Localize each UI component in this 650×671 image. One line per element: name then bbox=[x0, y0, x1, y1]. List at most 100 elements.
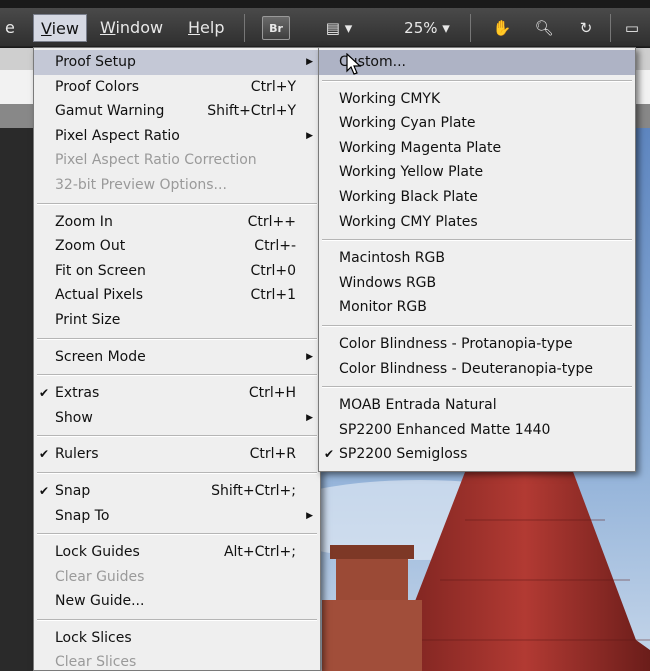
menu-item-custom[interactable]: Custom... bbox=[319, 50, 635, 75]
menu-separator bbox=[37, 618, 317, 621]
menu-item-label: 32-bit Preview Options... bbox=[55, 176, 227, 193]
menu-item-pixel-aspect-ratio[interactable]: Pixel Aspect Ratio ▶ bbox=[34, 124, 320, 149]
menu-item-shortcut: Ctrl++ bbox=[247, 213, 296, 230]
bridge-button[interactable]: Br bbox=[262, 16, 290, 40]
menu-item-windows-rgb[interactable]: Windows RGB bbox=[319, 271, 635, 296]
menu-item-lock-guides[interactable]: Lock Guides Alt+Ctrl+; bbox=[34, 540, 320, 565]
zoom-level-value: 25% bbox=[404, 19, 438, 37]
menu-item-screen-mode[interactable]: Screen Mode ▶ bbox=[34, 345, 320, 370]
menu-item-working-yellow-plate[interactable]: Working Yellow Plate bbox=[319, 160, 635, 185]
menu-item-working-cyan-plate[interactable]: Working Cyan Plate bbox=[319, 111, 635, 136]
menu-item-label: MOAB Entrada Natural bbox=[339, 397, 497, 414]
menu-item-label: Lock Slices bbox=[55, 629, 132, 646]
menu-item-label: Screen Mode bbox=[55, 348, 146, 365]
toolbar-separator bbox=[470, 14, 471, 42]
checkmark-icon: ✔ bbox=[324, 447, 335, 462]
menu-item-macintosh-rgb[interactable]: Macintosh RGB bbox=[319, 246, 635, 271]
menu-item-shortcut: Ctrl+0 bbox=[250, 262, 296, 279]
menu-item-label: Working Yellow Plate bbox=[339, 164, 484, 181]
menu-item-print-size[interactable]: Print Size bbox=[34, 308, 320, 333]
menu-item-rulers[interactable]: ✔ Rulers Ctrl+R bbox=[34, 442, 320, 467]
menu-item-label: SP2200 Enhanced Matte 1440 bbox=[339, 421, 551, 438]
menu-item-zoom-out[interactable]: Zoom Out Ctrl+- bbox=[34, 234, 320, 259]
menu-item-shortcut: Ctrl+- bbox=[254, 238, 296, 255]
menu-item-label: Extras bbox=[55, 385, 100, 402]
menu-item-working-magenta-plate[interactable]: Working Magenta Plate bbox=[319, 136, 635, 161]
menu-separator bbox=[37, 471, 317, 474]
arrange-documents-icon[interactable]: ▭ bbox=[622, 16, 642, 40]
menu-item-working-cmyk[interactable]: Working CMYK bbox=[319, 87, 635, 112]
menu-item-label: Rulers bbox=[55, 446, 99, 463]
menu-item-label: Print Size bbox=[55, 311, 121, 328]
view-menu: Proof Setup ▶ Proof Colors Ctrl+Y Gamut Warn… bbox=[33, 47, 321, 671]
menu-item-label: Working Black Plate bbox=[339, 188, 478, 205]
menu-item-actual-pixels[interactable]: Actual Pixels Ctrl+1 bbox=[34, 283, 320, 308]
menu-item-show[interactable]: Show ▶ bbox=[34, 406, 320, 431]
menu-view[interactable]: View bbox=[33, 14, 87, 42]
menu-item-32-bit-preview-options: 32-bit Preview Options... bbox=[34, 173, 320, 198]
menu-item-proof-setup[interactable]: Proof Setup ▶ bbox=[34, 50, 320, 75]
menu-item-label: Show bbox=[55, 409, 93, 426]
menu-item-sp2200-enhanced-matte-1440[interactable]: SP2200 Enhanced Matte 1440 bbox=[319, 418, 635, 443]
menu-item-label: Windows RGB bbox=[339, 274, 437, 291]
menu-item-label: Clear Guides bbox=[55, 568, 145, 585]
menu-item-fit-on-screen[interactable]: Fit on Screen Ctrl+0 bbox=[34, 259, 320, 284]
toolbar-separator bbox=[610, 14, 611, 42]
menu-item-label: Gamut Warning bbox=[55, 103, 165, 120]
menu-separator bbox=[322, 79, 632, 82]
menu-separator bbox=[37, 374, 317, 377]
menu-edge-fragment: e bbox=[5, 18, 15, 37]
menu-item-label: Snap To bbox=[55, 507, 110, 524]
menu-item-snap-to[interactable]: Snap To ▶ bbox=[34, 504, 320, 529]
menu-item-monitor-rgb[interactable]: Monitor RGB bbox=[319, 295, 635, 320]
submenu-arrow-icon: ▶ bbox=[306, 412, 313, 423]
menu-item-sp2200-semigloss[interactable]: ✔ SP2200 Semigloss bbox=[319, 442, 635, 467]
menu-item-label: Working CMY Plates bbox=[339, 213, 478, 230]
menu-item-shortcut: Ctrl+R bbox=[249, 446, 296, 463]
menu-item-label: Color Blindness - Deuteranopia-type bbox=[339, 360, 593, 377]
menu-item-new-guide[interactable]: New Guide... bbox=[34, 589, 320, 614]
menu-item-snap[interactable]: ✔ Snap Shift+Ctrl+; bbox=[34, 479, 320, 504]
menu-item-label: Fit on Screen bbox=[55, 262, 146, 279]
menu-window[interactable]: Window bbox=[93, 14, 170, 42]
menu-item-label: Proof Setup bbox=[55, 54, 136, 70]
menu-item-shortcut: Alt+Ctrl+; bbox=[223, 544, 296, 561]
zoom-tool-icon[interactable]: 🔍︎ bbox=[530, 16, 558, 40]
menu-item-working-black-plate[interactable]: Working Black Plate bbox=[319, 185, 635, 210]
menu-item-lock-slices[interactable]: Lock Slices bbox=[34, 626, 320, 651]
menu-item-extras[interactable]: ✔ Extras Ctrl+H bbox=[34, 381, 320, 406]
zoom-level-dropdown[interactable]: 25% ▾ bbox=[392, 16, 462, 40]
menu-item-shortcut: Ctrl+Y bbox=[250, 78, 296, 95]
menu-item-zoom-in[interactable]: Zoom In Ctrl++ bbox=[34, 210, 320, 235]
menu-item-shortcut: Ctrl+1 bbox=[250, 287, 296, 304]
menu-item-label: Lock Guides bbox=[55, 544, 140, 561]
menu-separator bbox=[37, 435, 317, 438]
menu-item-proof-colors[interactable]: Proof Colors Ctrl+Y bbox=[34, 75, 320, 100]
submenu-arrow-icon: ▶ bbox=[306, 351, 313, 362]
menu-item-label: Proof Colors bbox=[55, 78, 139, 95]
menu-item-shortcut: Ctrl+H bbox=[248, 385, 296, 402]
menu-item-label: SP2200 Semigloss bbox=[339, 446, 468, 463]
menu-item-moab-entrada-natural[interactable]: MOAB Entrada Natural bbox=[319, 393, 635, 418]
menu-item-color-blindness-protanopia-type[interactable]: Color Blindness - Protanopia-type bbox=[319, 332, 635, 357]
menu-separator bbox=[322, 386, 632, 389]
hand-tool-icon[interactable]: ✋ bbox=[488, 16, 516, 40]
menu-help[interactable]: Help bbox=[181, 14, 231, 42]
screen-mode-icon[interactable]: ▤ ▾ bbox=[314, 16, 364, 40]
menu-item-gamut-warning[interactable]: Gamut Warning Shift+Ctrl+Y bbox=[34, 99, 320, 124]
menu-item-label: Working CMYK bbox=[339, 90, 441, 107]
menu-item-color-blindness-deuteranopia-type[interactable]: Color Blindness - Deuteranopia-type bbox=[319, 357, 635, 382]
menu-item-label: Pixel Aspect Ratio Correction bbox=[55, 152, 257, 169]
menu-item-label: Working Cyan Plate bbox=[339, 115, 476, 132]
menu-item-working-cmy-plates[interactable]: Working CMY Plates bbox=[319, 210, 635, 235]
rotate-view-icon[interactable]: ↻ bbox=[572, 16, 600, 40]
menu-item-label: Working Magenta Plate bbox=[339, 139, 502, 156]
menu-bar: e View Window Help Br ▤ ▾ 25% ▾ ✋ 🔍︎ ↻ ▭ bbox=[0, 8, 650, 47]
menu-separator bbox=[37, 533, 317, 536]
menu-item-clear-guides: Clear Guides bbox=[34, 565, 320, 590]
submenu-arrow-icon: ▶ bbox=[306, 130, 313, 141]
menu-separator bbox=[37, 202, 317, 205]
menu-separator bbox=[37, 337, 317, 340]
menu-item-label: Actual Pixels bbox=[55, 287, 143, 304]
menu-item-clear-slices: Clear Slices bbox=[34, 650, 320, 671]
